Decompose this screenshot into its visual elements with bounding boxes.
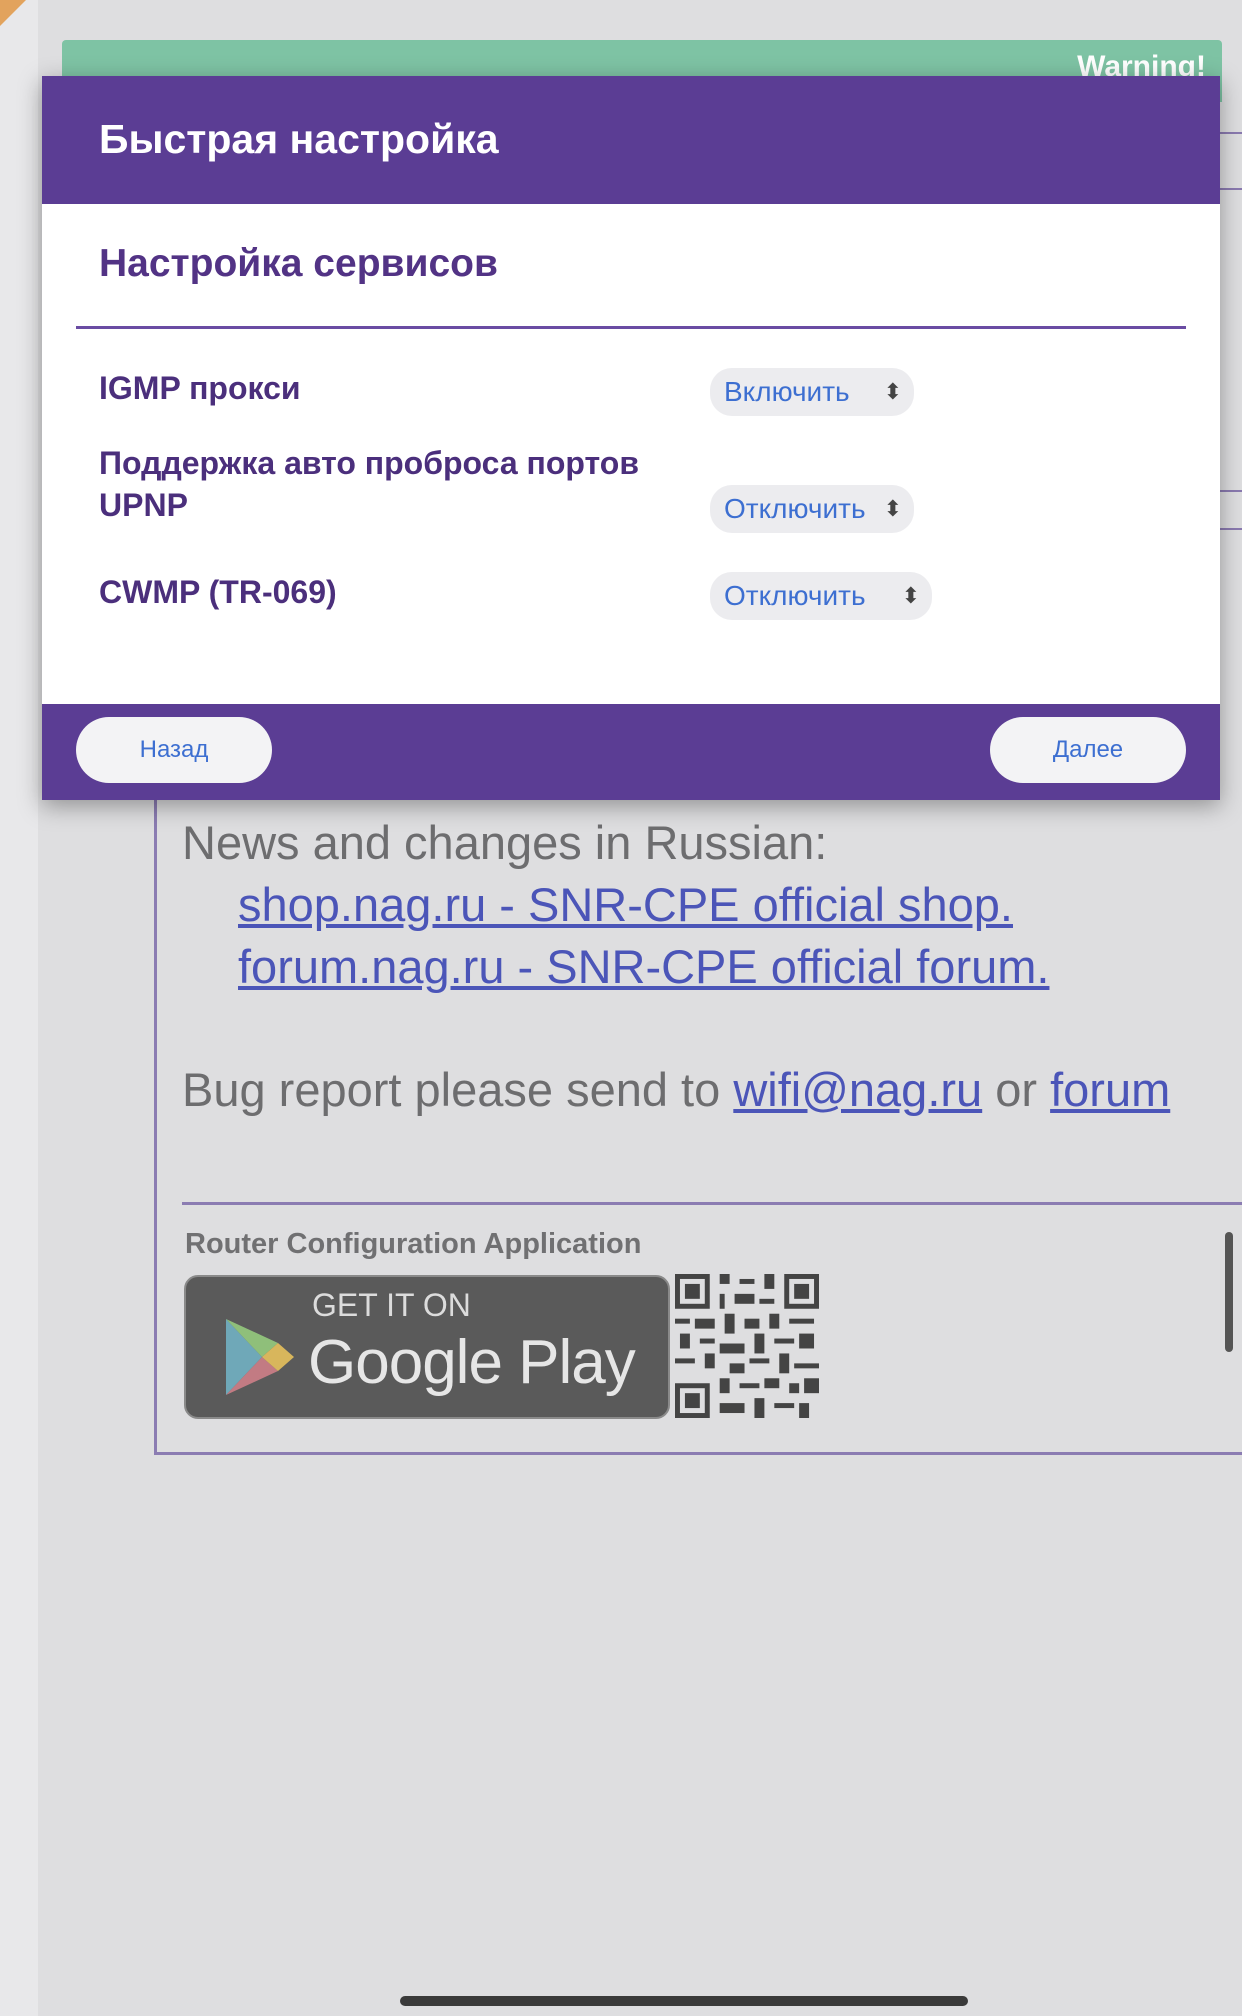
igmp-proxy-value: Включить (724, 376, 850, 407)
bg-fragment (1220, 132, 1242, 134)
next-button[interactable]: Далее (990, 717, 1186, 783)
quick-setup-dialog: Быстрая настройка Настройка сервисов IGM… (42, 76, 1220, 800)
chevron-updown-icon: ⬍ (901, 583, 920, 608)
igmp-proxy-label: IGMP прокси (99, 370, 301, 406)
separator (182, 1202, 1242, 1205)
cwmp-label: CWMP (TR-069) (99, 574, 337, 610)
bug-forum-link[interactable]: forum (1050, 1063, 1170, 1116)
google-play-big-text: Google Play (308, 1328, 636, 1397)
bg-fragment (1220, 528, 1242, 530)
upnp-select[interactable]: Отключить ⬍ (710, 485, 914, 533)
cwmp-value: Отключить (724, 580, 866, 611)
left-page-strip (0, 0, 38, 2016)
home-indicator (400, 1996, 968, 2006)
upnp-label: Поддержка авто проброса портов UPNP (99, 445, 639, 523)
section-divider (76, 326, 1186, 329)
bg-fragment (1220, 490, 1242, 492)
dialog-title: Быстрая настройка (99, 116, 499, 162)
back-button[interactable]: Назад (76, 717, 272, 783)
cwmp-select[interactable]: Отключить ⬍ (710, 572, 932, 620)
corner-decoration (0, 0, 26, 26)
forum-link[interactable]: forum.nag.ru - SNR-CPE official forum. (238, 939, 1049, 994)
dialog-footer: Назад Далее (42, 704, 1220, 800)
bug-report-prefix: Bug report please send to (182, 1063, 734, 1116)
qr-code (675, 1274, 819, 1418)
scrollbar-thumb[interactable] (1225, 1232, 1233, 1352)
section-title: Настройка сервисов (99, 242, 498, 285)
chevron-updown-icon: ⬍ (883, 379, 902, 404)
google-play-icon (226, 1319, 294, 1395)
bug-or: or (982, 1063, 1051, 1116)
app-caption: Router Configuration Application (185, 1228, 642, 1260)
google-play-badge[interactable]: GET IT ON Google Play (184, 1275, 670, 1419)
bug-email-link[interactable]: wifi@nag.ru (733, 1063, 982, 1116)
dialog-header: Быстрая настройка (42, 76, 1220, 204)
upnp-value: Отключить (724, 493, 866, 524)
bug-report-line: Bug report please send to wifi@nag.ru or… (182, 1062, 1170, 1117)
chevron-updown-icon: ⬍ (883, 496, 902, 521)
shop-link[interactable]: shop.nag.ru - SNR-CPE official shop. (238, 877, 1013, 932)
bg-fragment (1220, 188, 1242, 190)
news-heading: News and changes in Russian: (182, 816, 828, 869)
igmp-proxy-select[interactable]: Включить ⬍ (710, 368, 914, 416)
google-play-small-text: GET IT ON (312, 1287, 471, 1323)
